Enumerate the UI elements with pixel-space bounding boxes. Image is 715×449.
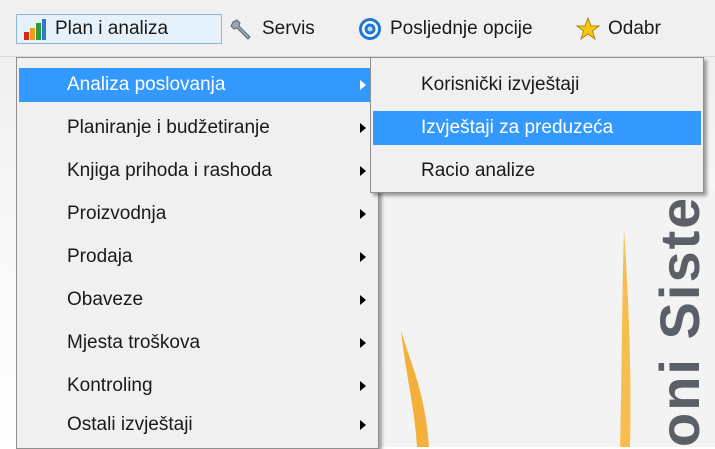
chevron-right-icon: [360, 209, 366, 219]
menubar-label: Plan i analiza: [55, 18, 169, 39]
chevron-right-icon: [360, 295, 366, 305]
chevron-right-icon: [360, 381, 366, 391]
menu-item-obaveze[interactable]: Obaveze: [19, 283, 376, 317]
flame-decoration-left: [401, 330, 429, 447]
star-icon: [575, 16, 601, 41]
chevron-right-icon: [360, 80, 366, 90]
brand-vertical-text: oni Sistem: [650, 200, 710, 447]
menubar-label: Posljednje opcije: [390, 18, 533, 39]
submenu-item-racio-analize[interactable]: Racio analize: [373, 154, 701, 188]
chevron-right-icon: [360, 166, 366, 176]
submenu-item-korisnicki-izvjestaji[interactable]: Korisnički izvještaji: [373, 68, 701, 102]
menubar-item-servis[interactable]: Servis: [224, 14, 340, 44]
wrench-icon: [230, 17, 254, 41]
menu-item-prodaja[interactable]: Prodaja: [19, 240, 376, 274]
menubar-item-posljednje-opcije[interactable]: Posljednje opcije: [352, 14, 566, 44]
target-icon: [358, 17, 382, 41]
chevron-right-icon: [360, 123, 366, 133]
flame-decoration-right: [620, 230, 631, 447]
menu-item-ostali-izvjestaji[interactable]: Ostali izvještaji: [19, 408, 376, 442]
menubar-item-odabrano[interactable]: Odabr: [570, 14, 715, 44]
submenu-analiza-poslovanja: Korisnički izvještaji Izvještaji za pred…: [370, 57, 704, 193]
menu-item-proizvodnja[interactable]: Proizvodnja: [19, 197, 376, 231]
menu-item-planiranje-i-budzetiranje[interactable]: Planiranje i budžetiranje: [19, 111, 376, 145]
menu-item-kontroling[interactable]: Kontroling: [19, 369, 376, 403]
chevron-right-icon: [360, 420, 366, 430]
submenu-item-izvjestaji-za-preduzeca[interactable]: Izvještaji za preduzeća: [373, 111, 701, 145]
menu-item-analiza-poslovanja[interactable]: Analiza poslovanja: [19, 68, 376, 102]
bar-chart-icon: [23, 17, 47, 41]
menu-item-knjiga-prihoda-i-rashoda[interactable]: Knjiga prihoda i rashoda: [19, 154, 376, 188]
dropdown-menu-plan-i-analiza: Analiza poslovanja Planiranje i budžetir…: [16, 57, 379, 449]
menu-item-mjesta-troskova[interactable]: Mjesta troškova: [19, 326, 376, 360]
chevron-right-icon: [360, 338, 366, 348]
menubar: Plan i analiza Servis Posljednje opcije …: [0, 0, 715, 57]
menubar-label: Servis: [262, 18, 315, 39]
menubar-label: Odabr: [608, 18, 661, 39]
chevron-right-icon: [360, 252, 366, 262]
menubar-item-plan-i-analiza[interactable]: Plan i analiza: [16, 14, 222, 44]
